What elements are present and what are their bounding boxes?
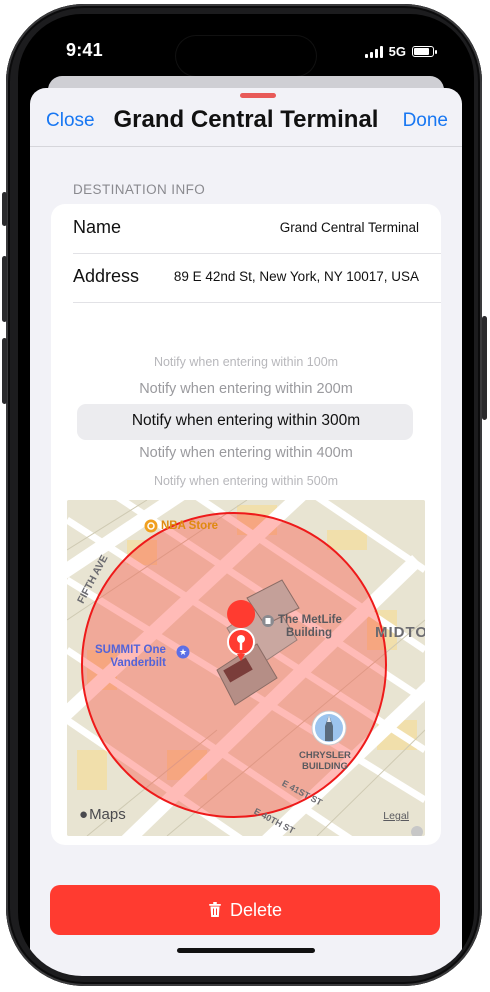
done-button[interactable]: Done <box>403 110 448 132</box>
map-label-chrysler: CHRYSLER BUILDING <box>299 750 351 772</box>
home-indicator[interactable] <box>177 948 315 953</box>
picker-option[interactable]: Notify when entering within 200m <box>51 381 441 397</box>
map-label-summit: SUMMIT One Vanderbilt <box>95 644 166 669</box>
address-value: 89 E 42nd St, New York, NY 10017, USA <box>173 269 419 284</box>
trash-icon <box>208 902 221 917</box>
picker-option[interactable]: Notify when entering within 500m <box>51 474 441 488</box>
page-title: Grand Central Terminal <box>113 106 379 133</box>
screen: 9:41 5G Close Grand Central Terminal Don… <box>18 14 474 976</box>
power-button <box>482 316 487 420</box>
delete-button[interactable]: Delete <box>50 885 440 935</box>
delete-button-label: Delete <box>229 899 283 920</box>
name-label: Name <box>73 217 122 237</box>
status-time: 9:41 <box>66 40 103 60</box>
picker-option[interactable]: Notify when entering within 100m <box>51 355 441 369</box>
row-divider <box>73 302 441 303</box>
address-row: Address 89 E 42nd St, New York, NY 10017… <box>73 253 441 301</box>
name-value: Grand Central Terminal <box>279 220 419 235</box>
chrysler-landmark-icon <box>311 710 347 746</box>
metlife-marker-icon <box>262 615 274 627</box>
map-label-midtown: MIDTO <box>375 624 425 641</box>
address-label: Address <box>73 266 140 286</box>
nav-bar: Close Grand Central Terminal Done <box>30 102 462 146</box>
nba-store-icon <box>144 519 158 533</box>
picker-option-selected[interactable]: Notify when entering within 300m <box>51 412 441 430</box>
maps-attribution[interactable]: ● Maps <box>79 806 126 823</box>
map-view[interactable]: ★ NBA Store FIFTH AVE The MetLife Buildi… <box>67 500 425 836</box>
section-header: DESTINATION INFO <box>73 182 206 197</box>
sheet-grabber[interactable] <box>240 93 276 98</box>
status-bar: 9:41 5G <box>18 14 474 84</box>
nav-divider <box>30 146 462 147</box>
battery-icon <box>412 46 437 57</box>
name-row: Name Grand Central Terminal <box>73 204 441 252</box>
map-label-metlife: The MetLife Building <box>278 614 342 639</box>
signal-icon <box>364 45 383 58</box>
volume-up-button <box>2 256 7 322</box>
picker-option[interactable]: Notify when entering within 400m <box>51 445 441 461</box>
legal-link[interactable]: Legal <box>383 810 409 822</box>
apple-logo-icon: ● <box>79 806 89 823</box>
volume-down-button <box>2 338 7 404</box>
dynamic-island <box>176 36 316 76</box>
destination-card: Name Grand Central Terminal Address 89 E… <box>51 204 441 845</box>
status-indicators: 5G <box>364 44 437 59</box>
modal-sheet: Close Grand Central Terminal Done DESTIN… <box>30 88 462 976</box>
map-label-nba-store: NBA Store <box>161 520 219 532</box>
network-label: 5G <box>388 44 406 59</box>
action-button <box>2 192 7 226</box>
svg-text:★: ★ <box>179 648 187 658</box>
summit-star-icon: ★ <box>176 645 190 659</box>
